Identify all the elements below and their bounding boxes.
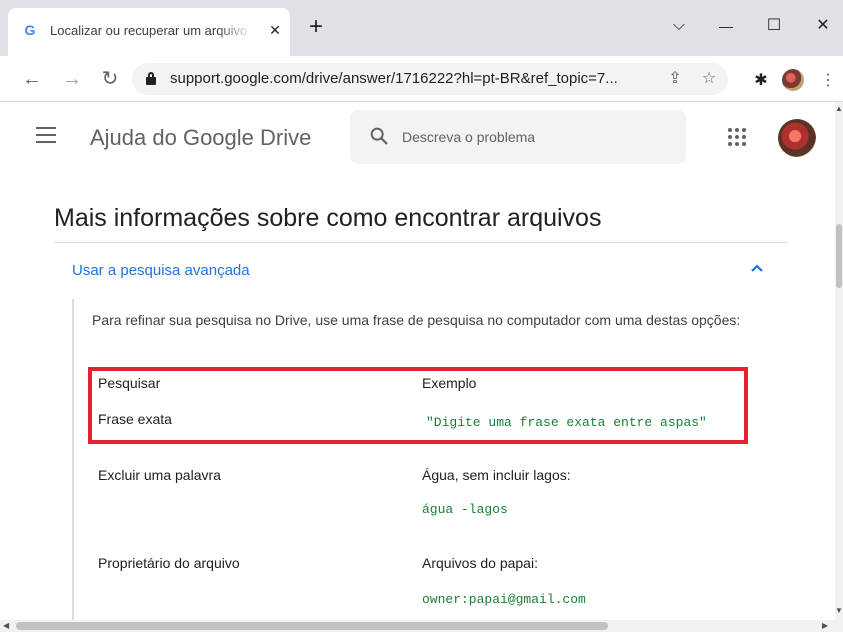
table-header-example: Exemplo bbox=[422, 375, 477, 391]
divider bbox=[54, 242, 788, 243]
chevron-up-icon[interactable] bbox=[748, 260, 766, 278]
tab-search-button[interactable]: ⌵ bbox=[664, 12, 694, 40]
search-input[interactable] bbox=[402, 126, 672, 148]
browser-tab[interactable]: G Localizar ou recuperar um arquivo ✕ bbox=[8, 8, 290, 56]
table-cell-description: Água, sem incluir lagos: bbox=[422, 467, 571, 483]
page-title[interactable]: Ajuda do Google Drive bbox=[90, 125, 330, 153]
tab-title: Localizar ou recuperar um arquivo bbox=[50, 23, 248, 38]
scroll-up-icon[interactable]: ▲ bbox=[835, 104, 843, 114]
section-heading: Mais informações sobre como encontrar ar… bbox=[54, 204, 602, 232]
table-cell-search: Excluir uma palavra bbox=[98, 467, 221, 483]
search-icon[interactable] bbox=[368, 125, 390, 147]
article-content: Mais informações sobre como encontrar ar… bbox=[0, 176, 835, 620]
google-favicon-icon: G bbox=[24, 22, 36, 38]
vertical-scroll-thumb[interactable] bbox=[836, 224, 842, 288]
scroll-right-icon[interactable]: ▶ bbox=[822, 621, 828, 631]
extensions-icon[interactable]: ✱ bbox=[752, 72, 770, 90]
help-search-box[interactable] bbox=[350, 110, 686, 164]
table-cell-description: Arquivos do papai: bbox=[422, 555, 538, 571]
accordion-border bbox=[72, 299, 74, 620]
share-icon[interactable]: ⇪ bbox=[664, 68, 686, 90]
new-tab-button[interactable]: + bbox=[302, 14, 330, 42]
url-text[interactable]: support.google.com/drive/answer/1716222?… bbox=[170, 70, 646, 88]
horizontal-scroll-thumb[interactable] bbox=[16, 622, 608, 630]
tab-close-icon[interactable]: ✕ bbox=[266, 21, 284, 39]
table-cell-code: "Digite uma frase exata entre aspas" bbox=[426, 415, 707, 430]
scroll-left-icon[interactable]: ◀ bbox=[3, 621, 9, 631]
apps-grid-icon[interactable] bbox=[728, 128, 746, 146]
address-bar[interactable]: support.google.com/drive/answer/1716222?… bbox=[132, 63, 728, 95]
horizontal-scrollbar[interactable]: ◀ ▶ bbox=[0, 620, 843, 632]
table-cell-search: Proprietário do arquivo bbox=[98, 555, 240, 571]
lock-icon[interactable] bbox=[146, 72, 156, 85]
maximize-button[interactable]: ☐ bbox=[759, 12, 789, 40]
help-center-header: Ajuda do Google Drive bbox=[0, 102, 835, 176]
browser-toolbar: ← → ↻ support.google.com/drive/answer/17… bbox=[0, 56, 843, 102]
table-cell-code: owner:papai@gmail.com bbox=[422, 592, 586, 607]
table-header-search: Pesquisar bbox=[98, 375, 161, 391]
profile-avatar[interactable] bbox=[782, 69, 804, 91]
table-cell-code: água -lagos bbox=[422, 502, 508, 517]
scroll-down-icon[interactable]: ▼ bbox=[835, 606, 843, 616]
kebab-menu-icon[interactable]: ⋮ bbox=[820, 72, 836, 90]
avatar[interactable] bbox=[778, 119, 816, 157]
table-cell-search: Frase exata bbox=[98, 411, 172, 427]
accordion-toggle-advanced-search[interactable]: Usar a pesquisa avançada bbox=[72, 262, 472, 282]
highlight-box bbox=[88, 367, 748, 444]
reload-icon[interactable]: ↻ bbox=[96, 65, 124, 93]
menu-icon[interactable] bbox=[36, 127, 56, 145]
minimize-button[interactable]: — bbox=[711, 12, 741, 40]
tab-strip: G Localizar ou recuperar um arquivo ✕ + … bbox=[0, 0, 843, 56]
back-icon[interactable]: ← bbox=[18, 65, 46, 93]
star-icon[interactable]: ☆ bbox=[698, 68, 720, 90]
close-window-button[interactable]: ✕ bbox=[808, 12, 838, 40]
vertical-scrollbar[interactable]: ▲ ▼ bbox=[835, 102, 843, 620]
forward-icon[interactable]: → bbox=[58, 65, 86, 93]
intro-paragraph: Para refinar sua pesquisa no Drive, use … bbox=[92, 312, 741, 328]
